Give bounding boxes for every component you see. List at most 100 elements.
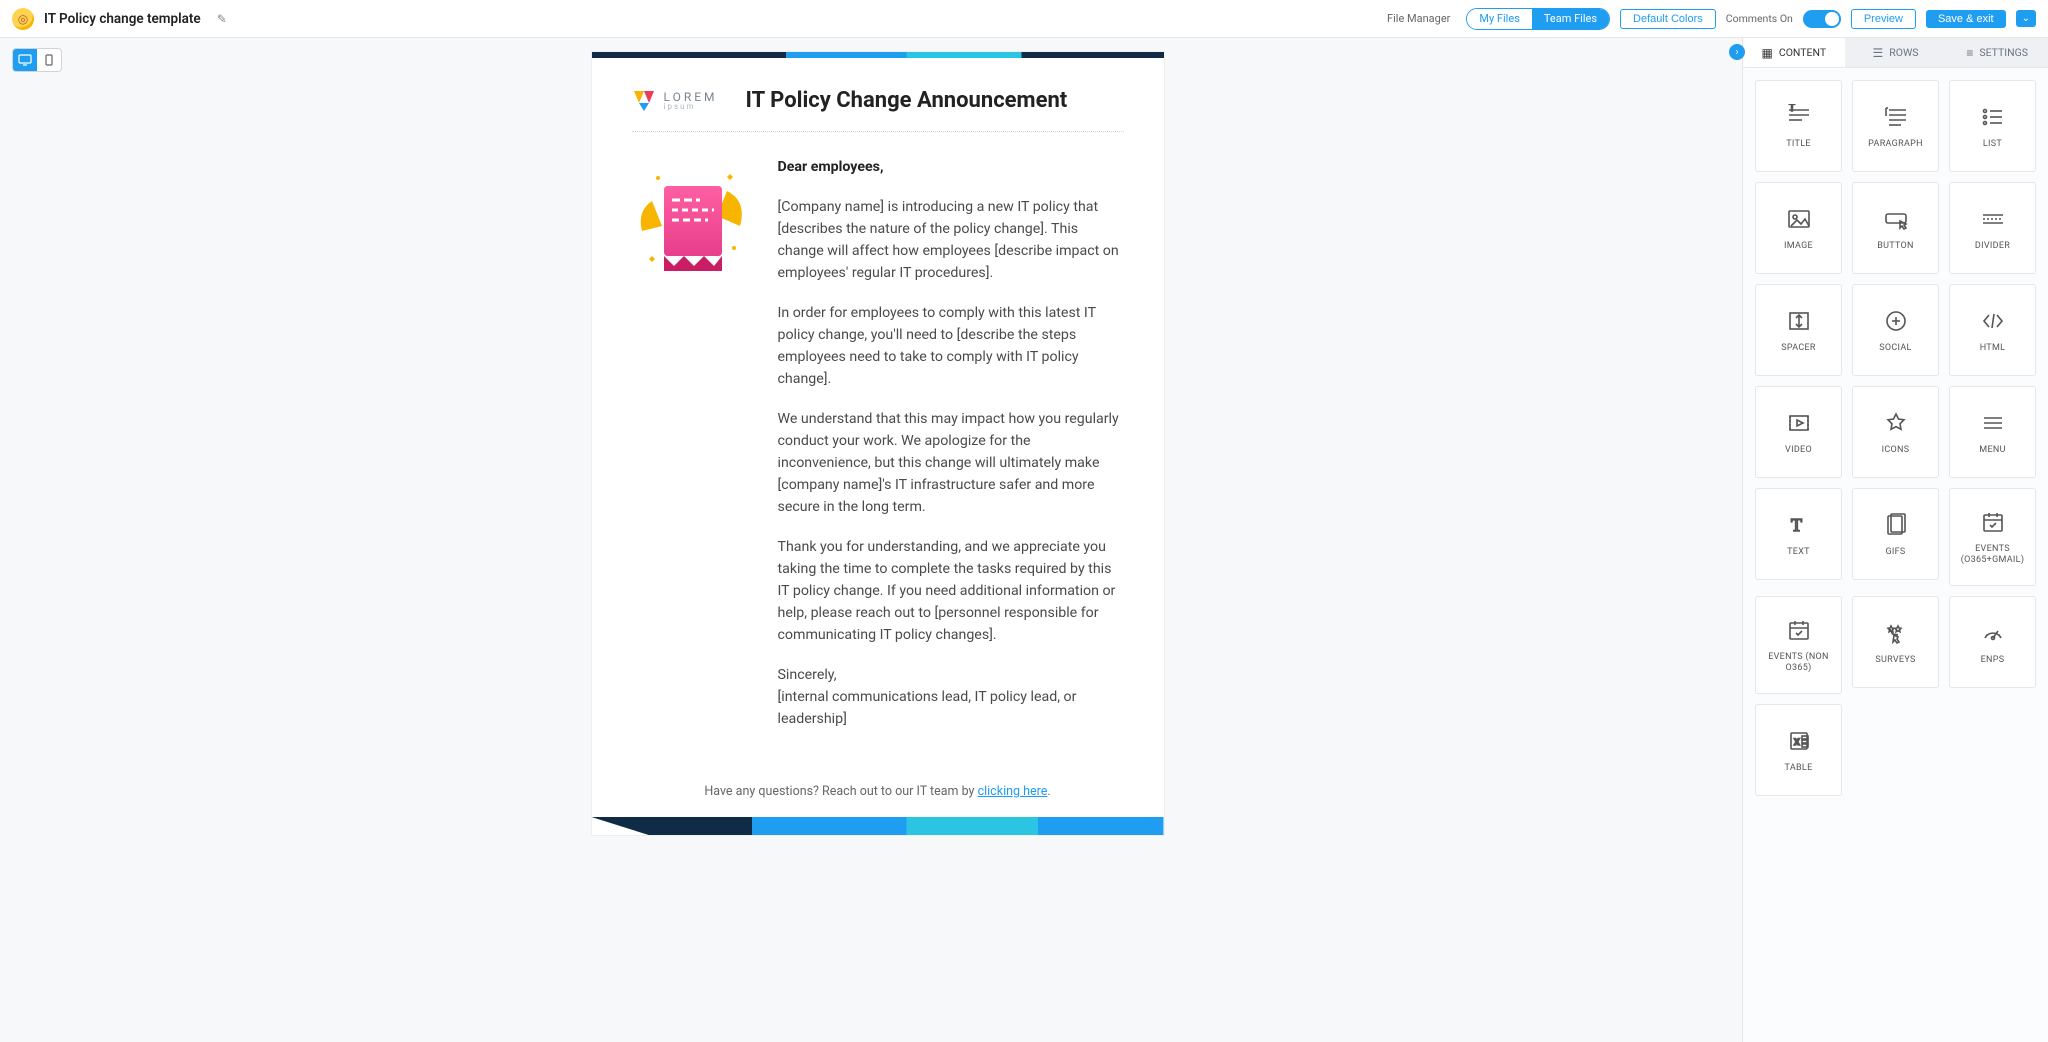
tile-html[interactable]: HTML: [1949, 284, 2036, 376]
panel-tabs: ▦CONTENT ☰ROWS ≡SETTINGS: [1743, 38, 2048, 68]
image-icon: [1786, 205, 1812, 233]
email-header-row: LOREMipsum IT Policy Change Announcement: [632, 88, 1124, 132]
html-icon: [1980, 307, 2006, 335]
tile-label: TITLE: [1782, 139, 1815, 150]
canvas-area[interactable]: LOREMipsum IT Policy Change Announcement: [13, 38, 1742, 1042]
my-files-tab[interactable]: My Files: [1467, 9, 1531, 29]
email-paragraph-2: In order for employees to comply with th…: [778, 302, 1124, 390]
email-footer[interactable]: Have any questions? Reach out to our IT …: [592, 774, 1164, 817]
workspace: LOREMipsum IT Policy Change Announcement: [0, 38, 2048, 1042]
brand-logo: LOREMipsum: [632, 89, 718, 113]
tile-social[interactable]: SOCIAL: [1852, 284, 1939, 376]
comments-toggle[interactable]: [1803, 10, 1841, 28]
tile-label: ENPS: [1977, 655, 2009, 666]
social-icon: [1883, 307, 1909, 335]
default-colors-button[interactable]: Default Colors: [1620, 9, 1716, 29]
tab-rows[interactable]: ☰ROWS: [1845, 38, 1947, 67]
tile-label: EVENTS (NON O365): [1756, 652, 1841, 674]
tile-spacer[interactable]: SPACER: [1755, 284, 1842, 376]
rows-icon: ☰: [1873, 46, 1884, 60]
tile-gifs[interactable]: GIFS: [1852, 488, 1939, 580]
svg-text:T: T: [1791, 515, 1802, 535]
email-title[interactable]: IT Policy Change Announcement: [746, 88, 1068, 113]
right-panel: › ▦CONTENT ☰ROWS ≡SETTINGS TTITLEPARAGRA…: [1742, 38, 2048, 1042]
gifs-icon: [1883, 511, 1909, 539]
spacer-icon: [1786, 307, 1812, 335]
tab-settings[interactable]: ≡SETTINGS: [1946, 38, 2048, 67]
email-paragraph-1: [Company name] is introducing a new IT p…: [778, 196, 1124, 284]
announcement-illustration: [632, 156, 752, 748]
desktop-view-icon[interactable]: [13, 49, 37, 71]
brand-sub: ipsum: [664, 103, 718, 111]
edit-title-icon[interactable]: ✎: [217, 12, 227, 26]
tile-label: SURVEYS: [1871, 655, 1919, 666]
tile-enps[interactable]: ENPS: [1949, 596, 2036, 688]
footer-link[interactable]: clicking here: [978, 784, 1048, 799]
tile-label: BUTTON: [1873, 241, 1918, 252]
save-exit-dropdown[interactable]: ⌄: [2016, 10, 2036, 27]
tile-table[interactable]: X TABLE: [1755, 704, 1842, 796]
app-logo: ◎: [12, 8, 34, 30]
video-icon: [1786, 409, 1812, 437]
menu-icon: [1980, 409, 2006, 437]
tile-label: PARAGRAPH: [1864, 139, 1927, 150]
tile-menu[interactable]: MENU: [1949, 386, 2036, 478]
tile-divider[interactable]: DIVIDER: [1949, 182, 2036, 274]
tile-image[interactable]: IMAGE: [1755, 182, 1842, 274]
icons-icon: [1883, 409, 1909, 437]
text-icon: T: [1786, 511, 1812, 539]
tile-list[interactable]: LIST: [1949, 80, 2036, 172]
mobile-view-icon[interactable]: [37, 49, 61, 71]
save-exit-button[interactable]: Save & exit: [1926, 10, 2006, 28]
file-manager-label[interactable]: File Manager: [1387, 12, 1450, 25]
surveys-icon: [1883, 619, 1909, 647]
svg-text:X: X: [1794, 738, 1800, 748]
tile-label: HTML: [1976, 343, 2010, 354]
team-files-tab[interactable]: Team Files: [1532, 9, 1609, 29]
tile-label: DIVIDER: [1971, 241, 2014, 252]
tile-title[interactable]: T TITLE: [1755, 80, 1842, 172]
collapse-panel-icon[interactable]: ›: [1729, 44, 1745, 60]
email-body[interactable]: Dear employees, [Company name] is introd…: [778, 156, 1124, 748]
tile-label: ICONS: [1878, 445, 1914, 456]
paragraph-icon: [1883, 103, 1909, 131]
tile-surveys[interactable]: SURVEYS: [1852, 596, 1939, 688]
list-icon: [1980, 103, 2006, 131]
files-scope-toggle[interactable]: My Files Team Files: [1466, 8, 1610, 30]
footer-text: Have any questions? Reach out to our IT …: [704, 784, 977, 799]
viewport-switch: [12, 48, 62, 72]
email-preview[interactable]: LOREMipsum IT Policy Change Announcement: [592, 52, 1164, 835]
title-icon: T: [1786, 103, 1812, 131]
tile-events-non-o365[interactable]: EVENTS (NON O365): [1755, 596, 1842, 694]
settings-icon: ≡: [1966, 46, 1973, 60]
tile-label: TEXT: [1783, 547, 1814, 558]
tile-text[interactable]: T TEXT: [1755, 488, 1842, 580]
events-non-o365-icon: [1786, 616, 1812, 644]
preview-button[interactable]: Preview: [1851, 9, 1916, 29]
events-o365-icon: [1980, 508, 2006, 536]
tile-paragraph[interactable]: PARAGRAPH: [1852, 80, 1939, 172]
tile-label: TABLE: [1781, 763, 1817, 774]
svg-text:T: T: [1789, 104, 1795, 114]
table-icon: X: [1786, 727, 1812, 755]
tile-events-o365[interactable]: EVENTS (O365+GMAIL): [1949, 488, 2036, 586]
email-greeting: Dear employees,: [778, 156, 1124, 178]
brand-mark-icon: [632, 89, 656, 113]
email-paragraph-3: We understand that this may impact how y…: [778, 408, 1124, 518]
tile-label: GIFS: [1881, 547, 1909, 558]
tile-label: IMAGE: [1780, 241, 1817, 252]
enps-icon: [1980, 619, 2006, 647]
tile-label: LIST: [1979, 139, 2006, 150]
button-icon: [1883, 205, 1909, 233]
tile-video[interactable]: VIDEO: [1755, 386, 1842, 478]
tile-label: SPACER: [1777, 343, 1820, 354]
tab-content[interactable]: ▦CONTENT: [1743, 38, 1845, 67]
top-bar: ◎ IT Policy change template ✎ File Manag…: [0, 0, 2048, 38]
tile-label: SOCIAL: [1875, 343, 1915, 354]
divider-icon: [1980, 205, 2006, 233]
tile-button[interactable]: BUTTON: [1852, 182, 1939, 274]
content-tiles-grid: T TITLE PARAGRAPH LIST IMAGE BUTTON DIVIDER SPA…: [1743, 68, 2048, 1042]
email-bottom-decoration: [592, 817, 1164, 835]
tile-icons[interactable]: ICONS: [1852, 386, 1939, 478]
document-title[interactable]: IT Policy change template: [44, 11, 201, 27]
